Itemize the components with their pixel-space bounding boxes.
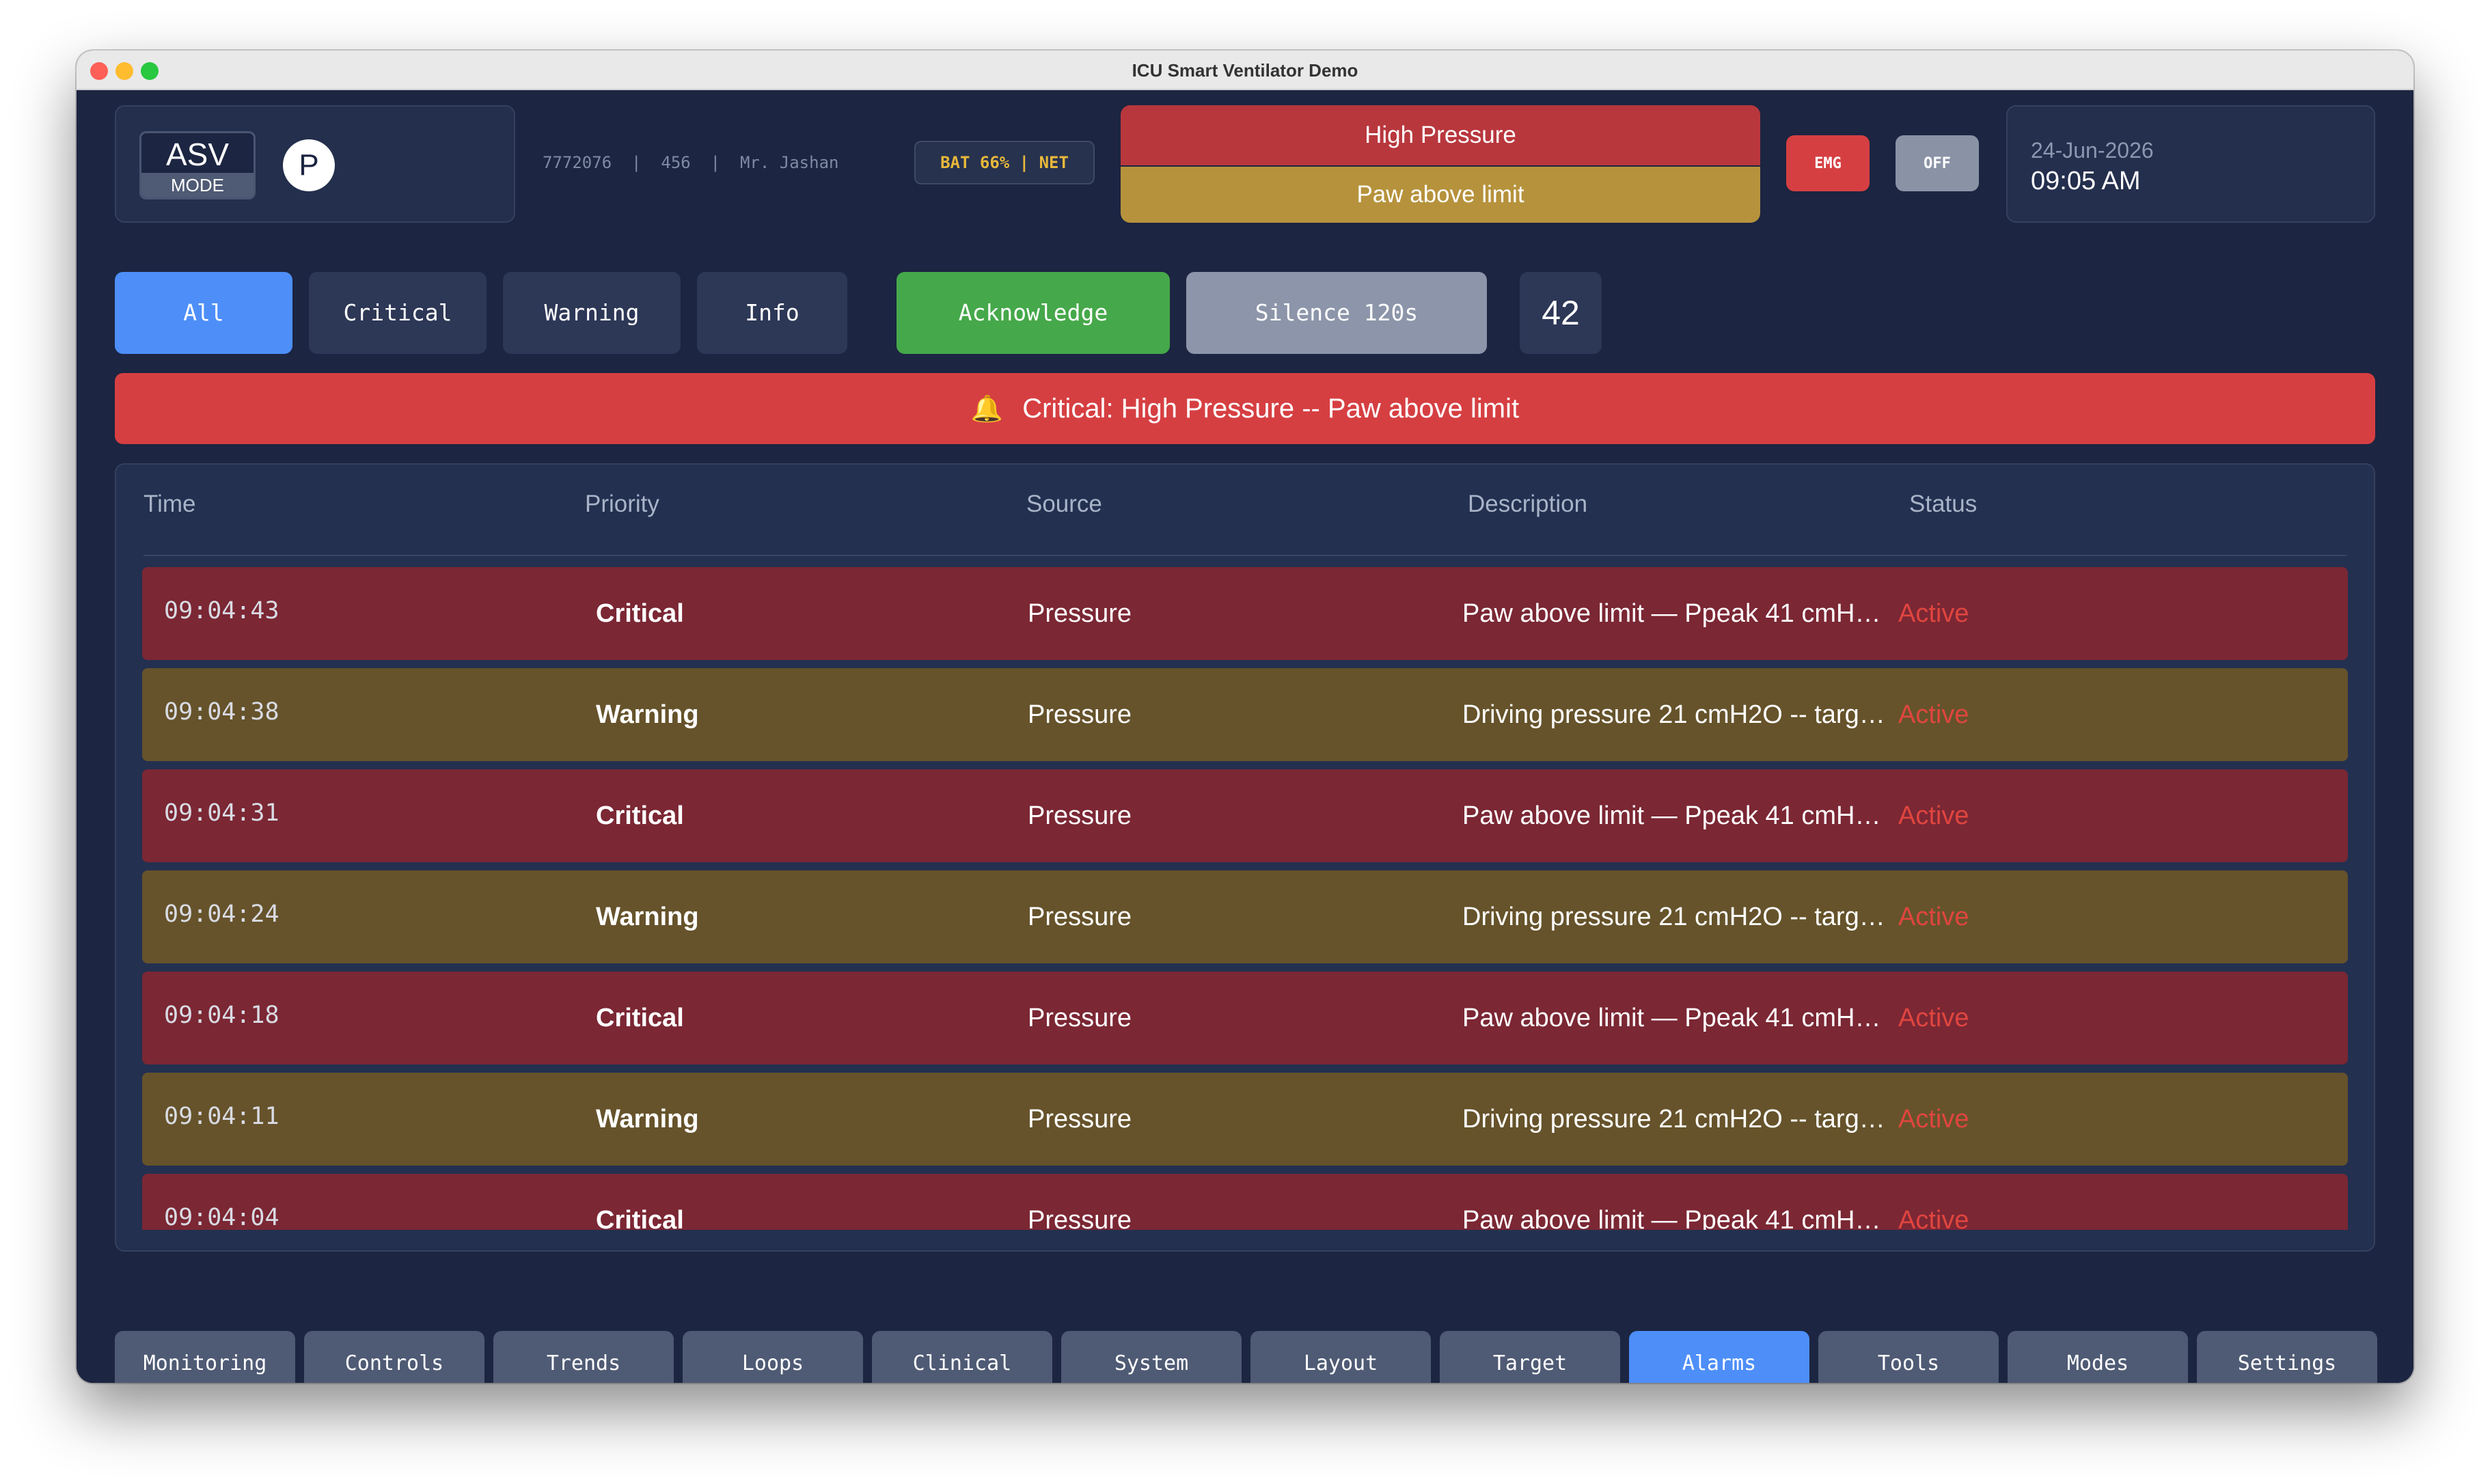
column-header-priority[interactable]: Priority	[585, 491, 659, 518]
battery-network-status: BAT 66% | NET	[914, 141, 1095, 184]
window-title: ICU Smart Ventilator Demo	[1132, 60, 1358, 81]
bell-icon: 🔔	[970, 395, 1004, 424]
row-time: 09:04:38	[164, 698, 279, 726]
off-button[interactable]: OFF	[1896, 135, 1979, 191]
alarm-log-table: Time Priority Source Description Status …	[115, 463, 2375, 1252]
table-row[interactable]: 09:04:38 Warning Pressure Driving pressu…	[142, 668, 2348, 761]
current-date: 24-Jun-2026	[2031, 138, 2154, 163]
mode-indicator[interactable]: ASV MODE	[139, 131, 256, 200]
row-status: Active	[1898, 1105, 1969, 1133]
row-priority: Critical	[596, 1004, 684, 1032]
row-status: Active	[1898, 903, 1969, 931]
row-priority: Critical	[596, 1206, 684, 1230]
row-time: 09:04:31	[164, 799, 279, 827]
column-header-source[interactable]: Source	[1026, 491, 1102, 518]
row-time: 09:04:24	[164, 901, 279, 928]
row-source: Pressure	[1028, 1105, 1132, 1133]
row-source: Pressure	[1028, 903, 1132, 931]
nav-tools[interactable]: Tools	[1818, 1331, 1999, 1383]
banner-text: Critical: High Pressure -- Paw above lim…	[1022, 394, 1520, 424]
row-status: Active	[1898, 801, 1969, 830]
nav-monitoring[interactable]: Monitoring	[115, 1331, 295, 1383]
nav-alarms[interactable]: Alarms	[1629, 1331, 1809, 1383]
row-priority: Warning	[596, 1105, 699, 1133]
active-alarm-detail[interactable]: Paw above limit	[1121, 167, 1760, 223]
filter-info-button[interactable]: Info	[697, 272, 847, 354]
row-description: Driving pressure 21 cmH2O -- target ≤ 15	[1462, 903, 1886, 931]
nav-modes[interactable]: Modes	[2008, 1331, 2188, 1383]
mode-name: ASV	[165, 137, 230, 172]
critical-alarm-banner[interactable]: 🔔 Critical: High Pressure -- Paw above li…	[115, 373, 2375, 444]
row-source: Pressure	[1028, 801, 1132, 830]
filter-critical-button[interactable]: Critical	[309, 272, 487, 354]
row-description: Paw above limit — Ppeak 41 cmH2O	[1462, 1004, 1886, 1032]
row-source: Pressure	[1028, 599, 1132, 628]
row-time: 09:04:43	[164, 597, 279, 624]
nav-loops[interactable]: Loops	[683, 1331, 863, 1383]
filter-warning-button[interactable]: Warning	[503, 272, 681, 354]
row-priority: Warning	[596, 700, 699, 729]
emergency-button[interactable]: EMG	[1786, 135, 1870, 191]
row-priority: Critical	[596, 599, 684, 628]
column-header-description[interactable]: Description	[1468, 491, 1587, 518]
row-source: Pressure	[1028, 700, 1132, 729]
row-description: Driving pressure 21 cmH2O -- target ≤ 15	[1462, 700, 1886, 729]
table-row[interactable]: 09:04:18 Critical Pressure Paw above lim…	[142, 972, 2348, 1064]
row-description: Driving pressure 21 cmH2O -- target ≤ 15	[1462, 1105, 1886, 1133]
table-row[interactable]: 09:04:11 Warning Pressure Driving pressu…	[142, 1073, 2348, 1166]
column-header-status[interactable]: Status	[1909, 491, 1977, 518]
table-row[interactable]: 09:04:24 Warning Pressure Driving pressu…	[142, 870, 2348, 963]
active-alarm-title[interactable]: High Pressure	[1121, 105, 1760, 165]
row-time: 09:04:11	[164, 1103, 279, 1130]
row-status: Active	[1898, 1004, 1969, 1032]
table-row[interactable]: 09:04:04 Critical Pressure Paw above lim…	[142, 1174, 2348, 1230]
mode-label: MODE	[141, 173, 254, 197]
patient-badge[interactable]: P	[283, 139, 335, 191]
nav-settings[interactable]: Settings	[2197, 1331, 2377, 1383]
row-description: Paw above limit — Ppeak 41 cmH2O	[1462, 801, 1886, 830]
row-status: Active	[1898, 1206, 1969, 1230]
silence-button[interactable]: Silence 120s	[1186, 272, 1487, 354]
row-description: Paw above limit — Ppeak 41 cmH2O	[1462, 1206, 1886, 1230]
row-time: 09:04:18	[164, 1002, 279, 1029]
row-priority: Warning	[596, 903, 699, 931]
current-time: 09:05 AM	[2031, 167, 2141, 195]
row-source: Pressure	[1028, 1004, 1132, 1032]
nav-controls[interactable]: Controls	[304, 1331, 484, 1383]
row-priority: Critical	[596, 801, 684, 830]
nav-system[interactable]: System	[1061, 1331, 1242, 1383]
row-description: Paw above limit — Ppeak 41 cmH2O	[1462, 599, 1886, 628]
row-source: Pressure	[1028, 1206, 1132, 1230]
datetime-card: 24-Jun-2026 09:05 AM	[2006, 105, 2375, 223]
filter-all-button[interactable]: All	[115, 272, 292, 354]
table-header: Time Priority Source Description Status	[143, 465, 2347, 556]
mode-card: ASV MODE P	[115, 105, 515, 223]
nav-clinical[interactable]: Clinical	[872, 1331, 1052, 1383]
title-bar: ICU Smart Ventilator Demo	[77, 51, 2413, 90]
nav-layout[interactable]: Layout	[1250, 1331, 1431, 1383]
table-row[interactable]: 09:04:31 Critical Pressure Paw above lim…	[142, 769, 2348, 862]
column-header-time[interactable]: Time	[143, 491, 195, 518]
app-window: ICU Smart Ventilator Demo ASV MODE P 777…	[77, 51, 2413, 1383]
row-status: Active	[1898, 599, 1969, 628]
app-content: ASV MODE P 7772076 | 456 | Mr. Jashan BA…	[77, 90, 2413, 1383]
nav-target[interactable]: Target	[1440, 1331, 1620, 1383]
table-body[interactable]: 09:04:43 Critical Pressure Paw above lim…	[142, 567, 2348, 1230]
acknowledge-button[interactable]: Acknowledge	[897, 272, 1170, 354]
row-time: 09:04:04	[164, 1204, 279, 1230]
table-row[interactable]: 09:04:43 Critical Pressure Paw above lim…	[142, 567, 2348, 660]
nav-trends[interactable]: Trends	[493, 1331, 674, 1383]
alarm-count-badge: 42	[1520, 272, 1602, 354]
row-status: Active	[1898, 700, 1969, 729]
patient-info: 7772076 | 456 | Mr. Jashan	[543, 153, 839, 172]
